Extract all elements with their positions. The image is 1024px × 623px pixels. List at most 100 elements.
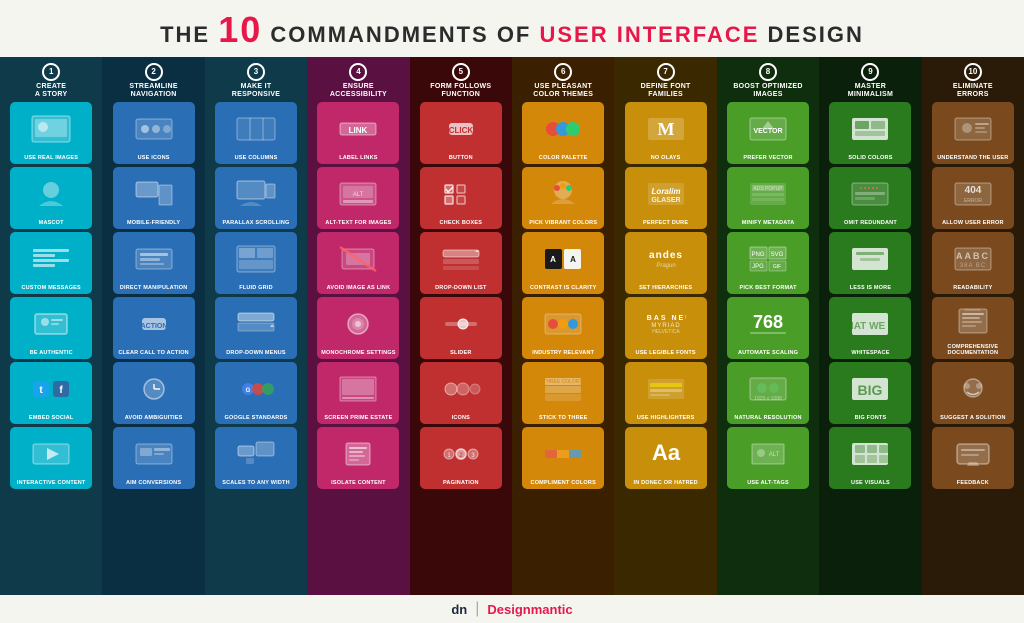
card-10-5: SUGGEST A SOLUTION [932, 362, 1014, 424]
col-1-num: 1 [42, 63, 60, 81]
card-9-1-label: SOLID COLORS [848, 155, 892, 161]
card-10-2: 404ERROR ALLOW USER ERROR [932, 167, 1014, 229]
card-9-5: BIG BIG FONTS [829, 362, 911, 424]
card-5-2-label: CHECK BOXES [440, 220, 483, 226]
card-7-5: USE HIGHLIGHTERS [625, 362, 707, 424]
svg-text:JPG: JPG [752, 264, 764, 270]
card-10-4: MANUAL COMPREHENSIVE DOCUMENTATION [932, 297, 1014, 359]
card-6-3-label: CONTRAST IS CLARITY [530, 285, 596, 291]
card-3-5: G GOOGLE STANDARDS [215, 362, 297, 424]
card-1-4-label: BE AUTHENTIC [30, 350, 73, 356]
svg-text:38A BC: 38A BC [960, 263, 986, 269]
svg-text:404: 404 [965, 185, 982, 196]
card-8-3-label: PICK BEST FORMAT [739, 285, 796, 291]
svg-text:SVG: SVG [771, 252, 784, 258]
card-9-6-label: USE VISUALS [851, 480, 890, 486]
col-10: 10 ELIMINATEERRORS UNDERSTAND THE USER 4… [922, 57, 1024, 595]
card-7-3: andesPragun SET HIERARCHIES [625, 232, 707, 294]
card-8-5-label: NATURAL RESOLUTION [734, 415, 801, 421]
footer-brand: Designmantic [487, 602, 572, 617]
col-6-header: 6 USE PLEASANTCOLOR THEMES [533, 61, 593, 99]
card-5-1: CLICK BUTTON [420, 102, 502, 164]
card-4-2-label: ALT-TEXT FOR IMAGES [325, 220, 391, 226]
card-9-4-label: WHITESPACE [851, 350, 889, 356]
col-5-header: 5 FORM FOLLOWSFUNCTION [430, 61, 491, 99]
card-9-6: USE VISUALS [829, 427, 911, 489]
card-4-1-label: LABEL LINKS [339, 155, 377, 161]
card-8-1-label: PREFER VECTOR [743, 155, 792, 161]
title-bar: THE 10 COMMANDMENTS OF USER INTERFACE DE… [0, 0, 1024, 57]
col-8: 8 BOOST OPTIMIZEDIMAGES VECTOR PREFER VE… [717, 57, 819, 595]
svg-text:ALT: ALT [769, 452, 780, 458]
card-8-4: 768 AUTOMATE SCALING [727, 297, 809, 359]
svg-text:1920 x 1080: 1920 x 1080 [754, 396, 782, 402]
card-5-4-label: SLIDER [450, 350, 471, 356]
card-2-6: AIM CONVERSIONS [113, 427, 195, 489]
card-5-1-label: BUTTON [449, 155, 473, 161]
card-9-5-label: BIG FONTS [855, 415, 887, 421]
col-7-num: 7 [657, 63, 675, 81]
svg-text:VECTOR: VECTOR [754, 128, 783, 135]
col-6: 6 USE PLEASANTCOLOR THEMES COLOR PALETTE… [512, 57, 614, 595]
card-1-2-label: MASCOT [39, 220, 64, 226]
card-3-2: PARALLAX SCROLLING [215, 167, 297, 229]
card-3-5-label: GOOGLE STANDARDS [225, 415, 288, 421]
card-6-4: INDUSTRY RELEVANT [522, 297, 604, 359]
card-6-5: THREE COLORS STICK TO THREE [522, 362, 604, 424]
svg-text:LINK: LINK [349, 126, 368, 135]
card-2-6-label: AIM CONVERSIONS [126, 480, 181, 486]
col-7-header: 7 DEFINE FONTFAMILIES [641, 61, 691, 99]
svg-text:Loralim: Loralim [651, 187, 680, 196]
footer-logo: dn [451, 602, 467, 617]
card-7-6-label: IN DONEC OR HATRED [633, 480, 697, 486]
card-5-5-label: ICONS [452, 415, 470, 421]
card-4-1: LINK LABEL LINKS [317, 102, 399, 164]
card-2-5-label: AVOID AMBIGUITIES [125, 415, 183, 421]
card-6-1-label: COLOR PALETTE [539, 155, 588, 161]
card-9-3-label: LESS IS MORE [850, 285, 892, 291]
card-2-2: MOBILE-FRIENDLY [113, 167, 195, 229]
col-3-header: 3 MAKE ITRESPONSIVE [232, 61, 281, 99]
card-2-4: ACTION CLEAR CALL TO ACTION [113, 297, 195, 359]
card-7-1-label: NO OLAYS [651, 155, 681, 161]
svg-text:WHAT WE DO: WHAT WE DO [850, 321, 890, 332]
card-2-3: DIRECT MANIPULATION [113, 232, 195, 294]
card-8-5: 1920 x 1080 NATURAL RESOLUTION [727, 362, 809, 424]
svg-text:768: 768 [753, 312, 783, 332]
svg-text:ADS POPUP: ADS POPUP [753, 186, 783, 192]
card-10-6: FEEDBACK [932, 427, 1014, 489]
card-3-1-label: USE COLUMNS [235, 155, 278, 161]
col-5: 5 FORM FOLLOWSFUNCTION CLICK BUTTON CHEC… [410, 57, 512, 595]
card-4-4: MONOCHROME SETTINGS [317, 297, 399, 359]
card-4-2: ALT ALT-TEXT FOR IMAGES [317, 167, 399, 229]
card-2-1-label: USE ICONS [138, 155, 170, 161]
card-10-2-label: ALLOW USER ERROR [942, 220, 1004, 226]
card-3-4: DROP-DOWN MENUS [215, 297, 297, 359]
col-9: 9 MASTERMINIMALISM SOLID COLORS OMIT RED… [819, 57, 921, 595]
footer: dn | Designmantic [0, 595, 1024, 623]
title-number: 10 [218, 9, 262, 50]
card-6-6: COMPLIMENT COLORS [522, 427, 604, 489]
card-10-1: UNDERSTAND THE USER [932, 102, 1014, 164]
col-6-title: USE PLEASANTCOLOR THEMES [533, 83, 593, 100]
card-5-6-label: PAGINATION [443, 480, 479, 486]
title-middle: COMMANDMENTS OF [270, 22, 539, 47]
col-7: 7 DEFINE FONTFAMILIES M NO OLAYS Loralim… [614, 57, 716, 595]
card-2-5: AVOID AMBIGUITIES [113, 362, 195, 424]
card-10-4-label: COMPREHENSIVE DOCUMENTATION [932, 344, 1014, 356]
page-wrapper: THE 10 COMMANDMENTS OF USER INTERFACE DE… [0, 0, 1024, 616]
card-4-5-label: SCREEN PRIME ESTATE [324, 415, 392, 421]
columns-container: 1 CREATEA STORY USE REAL IMAGES MASCOT [0, 57, 1024, 595]
card-7-4: BEBAS NEUEMYRIADHELVETICA USE LEGIBLE FO… [625, 297, 707, 359]
card-8-6: ALT USE ALT-TAGS [727, 427, 809, 489]
col-2-num: 2 [145, 63, 163, 81]
svg-text:GIF: GIF [773, 264, 781, 270]
card-5-6: 123 PAGINATION [420, 427, 502, 489]
footer-separator: | [475, 600, 479, 618]
card-6-1: COLOR PALETTE [522, 102, 604, 164]
col-1-header: 1 CREATEA STORY [35, 61, 68, 99]
col-2: 2 STREAMLINENAVIGATION USE ICONS MOBILE-… [102, 57, 204, 595]
title-suffix: DESIGN [768, 22, 864, 47]
card-1-5-label: EMBED SOCIAL [29, 415, 74, 421]
card-9-1: SOLID COLORS [829, 102, 911, 164]
